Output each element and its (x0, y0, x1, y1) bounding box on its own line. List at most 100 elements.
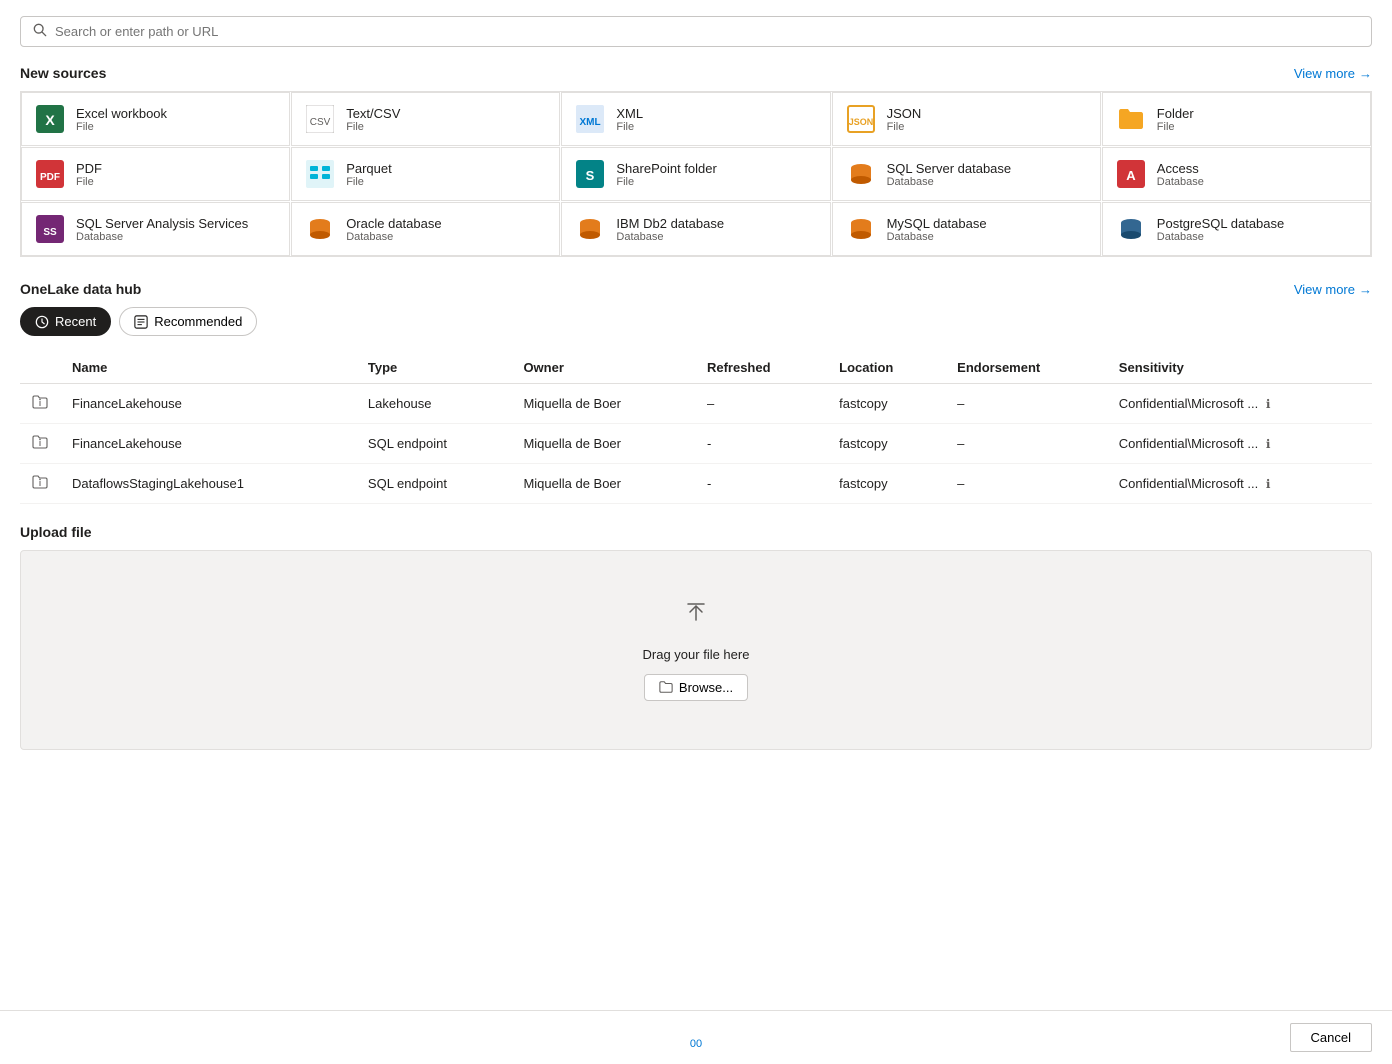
row-location-2: fastcopy (827, 464, 945, 504)
info-icon-2[interactable]: ℹ (1266, 477, 1271, 491)
row-endorsement-2: – (945, 464, 1107, 504)
upload-section: Upload file Drag your file here Browse..… (20, 524, 1372, 750)
source-name-sqlanalysis: SQL Server Analysis Services (76, 216, 248, 231)
new-sources-view-more[interactable]: View more → (1294, 66, 1372, 81)
svg-text:PDF: PDF (40, 172, 60, 183)
excel-icon: X (34, 103, 66, 135)
source-name-sqlserver: SQL Server database (887, 161, 1012, 176)
table-row[interactable]: DataflowsStagingLakehouse1 SQL endpoint … (20, 464, 1372, 504)
row-icon-2 (20, 464, 60, 504)
source-name-access: Access (1157, 161, 1204, 176)
arrow-right-icon-2: → (1359, 282, 1372, 297)
row-location-1: fastcopy (827, 424, 945, 464)
source-type-sqlserver: Database (887, 176, 1012, 188)
source-name-ibmdb2: IBM Db2 database (616, 216, 724, 231)
source-name-postgresql: PostgreSQL database (1157, 216, 1284, 231)
source-item-xml[interactable]: XML XML File (561, 92, 830, 146)
onelake-table: Name Type Owner Refreshed Location Endor… (20, 352, 1372, 504)
browse-button[interactable]: Browse... (644, 674, 748, 701)
svg-text:A: A (1126, 168, 1136, 183)
json-icon: JSON (845, 103, 877, 135)
search-bar[interactable] (20, 16, 1372, 47)
source-name-folder: Folder (1157, 106, 1194, 121)
source-item-pdf[interactable]: PDF PDF File (21, 147, 290, 201)
source-name-textcsv: Text/CSV (346, 106, 400, 121)
source-item-excel[interactable]: X Excel workbook File (21, 92, 290, 146)
source-item-parquet[interactable]: Parquet File (291, 147, 560, 201)
source-grid: X Excel workbook File CSV Text/CSV File … (20, 91, 1372, 257)
table-row[interactable]: FinanceLakehouse SQL endpoint Miquella d… (20, 424, 1372, 464)
source-type-postgresql: Database (1157, 231, 1284, 243)
tab-recent[interactable]: Recent (20, 307, 111, 336)
svg-text:SS: SS (43, 227, 57, 238)
upload-zone[interactable]: Drag your file here Browse... (20, 550, 1372, 750)
info-icon-1[interactable]: ℹ (1266, 437, 1271, 451)
row-sensitivity-1: Confidential\Microsoft ... ℹ (1107, 424, 1372, 464)
source-item-sqlserver[interactable]: SQL Server database Database (832, 147, 1101, 201)
source-type-oracle: Database (346, 231, 441, 243)
row-name-1: FinanceLakehouse (60, 424, 356, 464)
source-item-ibmdb2[interactable]: IBM Db2 database Database (561, 202, 830, 256)
mysql-icon (845, 213, 877, 245)
col-owner: Owner (511, 352, 695, 384)
search-icon (33, 23, 47, 40)
page-indicator: 00 (690, 1038, 702, 1050)
source-item-sharepoint[interactable]: S SharePoint folder File (561, 147, 830, 201)
ibmdb2-icon (574, 213, 606, 245)
col-name: Name (60, 352, 356, 384)
cancel-button[interactable]: Cancel (1290, 1023, 1372, 1052)
source-item-json[interactable]: JSON JSON File (832, 92, 1101, 146)
sharepoint-icon: S (574, 158, 606, 190)
textcsv-icon: CSV (304, 103, 336, 135)
source-name-excel: Excel workbook (76, 106, 167, 121)
source-type-json: File (887, 121, 922, 133)
source-item-textcsv[interactable]: CSV Text/CSV File (291, 92, 560, 146)
row-owner-1: Miquella de Boer (511, 424, 695, 464)
row-type-1: SQL endpoint (356, 424, 512, 464)
source-item-folder[interactable]: Folder File (1102, 92, 1371, 146)
row-refreshed-0: – (695, 384, 827, 424)
row-type-2: SQL endpoint (356, 464, 512, 504)
onelake-header: OneLake data hub View more → (20, 281, 1372, 297)
onelake-section: OneLake data hub View more → Recent (20, 281, 1372, 504)
source-item-oracle[interactable]: Oracle database Database (291, 202, 560, 256)
tab-recommended[interactable]: Recommended (119, 307, 257, 336)
row-icon-1 (20, 424, 60, 464)
table-row[interactable]: FinanceLakehouse Lakehouse Miquella de B… (20, 384, 1372, 424)
access-icon: A (1115, 158, 1147, 190)
folder-icon (659, 680, 673, 694)
source-type-sharepoint: File (616, 176, 716, 188)
source-name-oracle: Oracle database (346, 216, 441, 231)
tab-row: Recent Recommended (20, 307, 1372, 336)
source-name-pdf: PDF (76, 161, 102, 176)
parquet-icon (304, 158, 336, 190)
source-item-access[interactable]: A Access Database (1102, 147, 1371, 201)
source-name-json: JSON (887, 106, 922, 121)
row-type-0: Lakehouse (356, 384, 512, 424)
svg-text:S: S (586, 168, 595, 183)
sqlanalysis-icon: SS (34, 213, 66, 245)
footer: 00 Cancel (0, 1010, 1392, 1064)
row-icon-0 (20, 384, 60, 424)
source-name-parquet: Parquet (346, 161, 392, 176)
onelake-view-more[interactable]: View more → (1294, 282, 1372, 297)
svg-text:JSON: JSON (848, 117, 873, 127)
row-name-0: FinanceLakehouse (60, 384, 356, 424)
col-endorsement: Endorsement (945, 352, 1107, 384)
source-type-pdf: File (76, 176, 102, 188)
source-type-xml: File (616, 121, 643, 133)
source-type-sqlanalysis: Database (76, 231, 248, 243)
drag-text: Drag your file here (643, 647, 750, 662)
source-item-postgresql[interactable]: PostgreSQL database Database (1102, 202, 1371, 256)
sqlserver-icon (845, 158, 877, 190)
source-type-folder: File (1157, 121, 1194, 133)
upload-title: Upload file (20, 524, 92, 540)
source-type-parquet: File (346, 176, 392, 188)
svg-text:XML: XML (580, 117, 601, 128)
source-item-sqlanalysis[interactable]: SS SQL Server Analysis Services Database (21, 202, 290, 256)
info-icon-0[interactable]: ℹ (1266, 397, 1271, 411)
search-input[interactable] (55, 24, 1359, 39)
source-item-mysql[interactable]: MySQL database Database (832, 202, 1101, 256)
pdf-icon: PDF (34, 158, 66, 190)
table-header-row: Name Type Owner Refreshed Location Endor… (20, 352, 1372, 384)
